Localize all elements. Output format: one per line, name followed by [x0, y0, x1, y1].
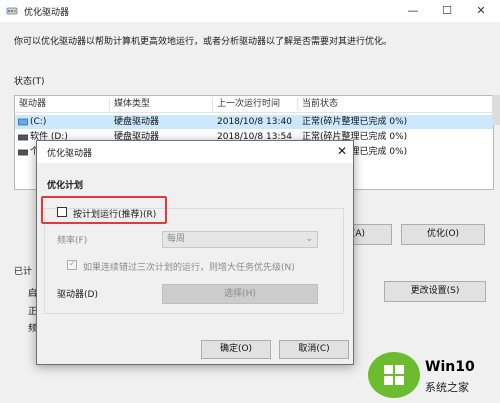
windows-logo-icon: [384, 365, 404, 385]
close-button[interactable]: ✕: [464, 0, 498, 22]
scheduled-optimization-label: 已计: [14, 267, 33, 277]
maximize-button[interactable]: ☐: [430, 0, 464, 22]
column-header-media-type[interactable]: 媒体类型: [110, 98, 213, 111]
cell-status: 正常(碎片整理已完成 0%): [302, 117, 408, 127]
cell-last-run: 2018/10/8 13:40: [217, 117, 292, 127]
description-text: 你可以优化驱动器以帮助计算机更高效地运行，或者分析驱动器以了解是否需要对其进行优…: [14, 37, 393, 47]
watermark-title: Win10: [425, 359, 475, 375]
drives-label: 驱动器(D): [57, 290, 98, 300]
optimize-drives-icon: [6, 7, 18, 15]
section-title: 优化计划: [47, 181, 84, 191]
chevron-down-icon: ⌄: [305, 234, 313, 244]
increase-priority-label: 如果连续错过三次计划的运行，则增大任务优先级(N): [83, 263, 295, 273]
dialog-titlebar: 优化驱动器 ✕: [37, 141, 353, 163]
drive-icon: [18, 149, 28, 156]
frequency-dropdown[interactable]: 每周 ⌄: [162, 231, 318, 248]
win10-logo-icon: [368, 352, 420, 398]
window-titlebar: 优化驱动器 — ☐ ✕: [0, 0, 500, 22]
column-header-last-run[interactable]: 上一次运行时间: [213, 98, 298, 111]
ok-button[interactable]: 确定(O): [201, 340, 271, 359]
cell-media: 硬盘驱动器: [114, 117, 160, 127]
highlight-box: [41, 196, 167, 224]
cancel-button[interactable]: 取消(C): [279, 340, 349, 359]
increase-priority-checkbox[interactable]: ✓: [67, 259, 77, 270]
drive-icon: [18, 134, 28, 141]
minimize-button[interactable]: —: [396, 0, 430, 22]
column-header-drive[interactable]: 驱动器: [15, 98, 110, 111]
dialog-close-icon[interactable]: ✕: [337, 144, 347, 158]
window-title: 优化驱动器: [24, 8, 70, 18]
frequency-label: 频率(F): [57, 236, 88, 246]
list-scrollbar[interactable]: [492, 95, 500, 125]
drive-row-c[interactable]: (C:) 硬盘驱动器 2018/10/8 13:40 正常(碎片整理已完成 0%…: [15, 115, 493, 129]
status-label: 状态(T): [14, 77, 45, 87]
dialog-title: 优化驱动器: [47, 149, 93, 159]
frequency-value: 每周: [167, 234, 186, 244]
drive-list-header: 驱动器 媒体类型 上一次运行时间 当前状态: [15, 96, 493, 113]
optimize-button[interactable]: 优化(O): [401, 224, 485, 245]
drive-icon: [18, 118, 28, 126]
checkmark-icon: ✓: [69, 259, 76, 268]
column-header-status[interactable]: 当前状态: [298, 98, 493, 111]
change-settings-button[interactable]: 更改设置(S): [384, 281, 486, 302]
choose-drives-button[interactable]: 选择(H): [162, 284, 318, 304]
watermark-subtitle: 系统之家: [425, 381, 469, 394]
cell-drive: (C:): [30, 117, 47, 127]
schedule-dialog: 优化驱动器 ✕ 优化计划 按计划运行(推荐)(R) 频率(F) 每周 ⌄ ✓ 如…: [36, 140, 354, 365]
